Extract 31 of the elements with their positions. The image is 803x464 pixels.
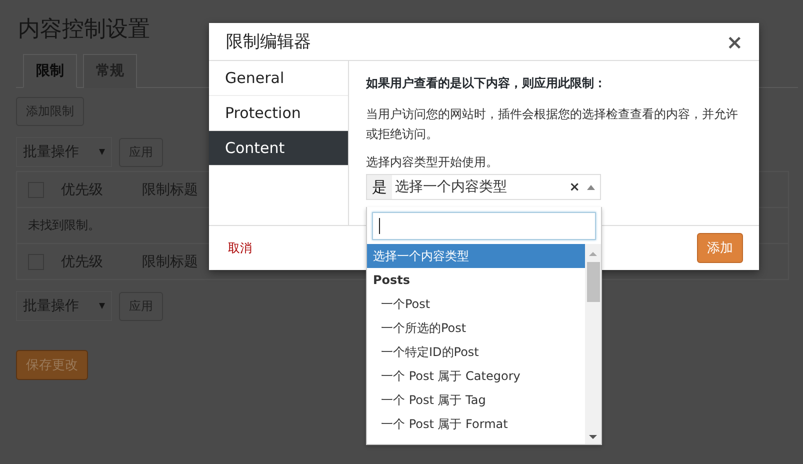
search-field[interactable] (372, 212, 596, 240)
caret-icon (587, 184, 595, 190)
condition-label: 是 (367, 175, 392, 199)
section-heading: 如果用户查看的是以下内容，则应用此限制： (366, 75, 607, 92)
sidebar-item[interactable]: Content (209, 131, 348, 166)
description-text: 当用户访问您的网站时，插件会根据您的选择检查查看的内容，并允许或拒绝访问。 (366, 106, 739, 143)
dropdown-arrow-icon (99, 303, 105, 309)
scroll-down-icon[interactable] (589, 435, 597, 439)
dropdown-option[interactable]: 一个 Post 属于 Category (367, 364, 585, 388)
option-group-label: Posts (372, 272, 412, 289)
text-cursor (379, 218, 380, 234)
dropdown-option[interactable]: 选择一个内容类型 (367, 244, 585, 268)
dropdown-option[interactable]: 一个特定ID的Post (367, 340, 585, 364)
close-button[interactable]: × (722, 30, 747, 54)
content-type-select[interactable]: 是 选择一个内容类型 × (366, 174, 601, 200)
tab[interactable]: 限制 (23, 54, 77, 88)
dropdown-option[interactable]: 一个所选的Post (367, 316, 585, 340)
scroll-thumb[interactable] (586, 262, 600, 302)
scrollbar[interactable] (585, 244, 601, 444)
dropdown-arrow-icon (99, 149, 105, 155)
sidebar-item[interactable]: General (209, 61, 348, 96)
dropdown-option[interactable]: 一个 Post 属于 Format (367, 412, 585, 436)
modal-title: 限制编辑器 (226, 31, 311, 53)
scroll-up-icon[interactable] (589, 252, 597, 256)
cancel-link[interactable]: 取消 (228, 240, 252, 256)
select-placeholder: 选择一个内容类型 (394, 178, 508, 196)
clear-button[interactable]: × (569, 180, 580, 194)
dropdown-option[interactable]: 一个Post (367, 292, 585, 316)
dropdown-option[interactable]: 一个 Post 属于 Tag (367, 388, 585, 412)
add-button[interactable]: 添加 (697, 233, 743, 263)
field-label: 选择内容类型开始使用。 (366, 154, 499, 171)
